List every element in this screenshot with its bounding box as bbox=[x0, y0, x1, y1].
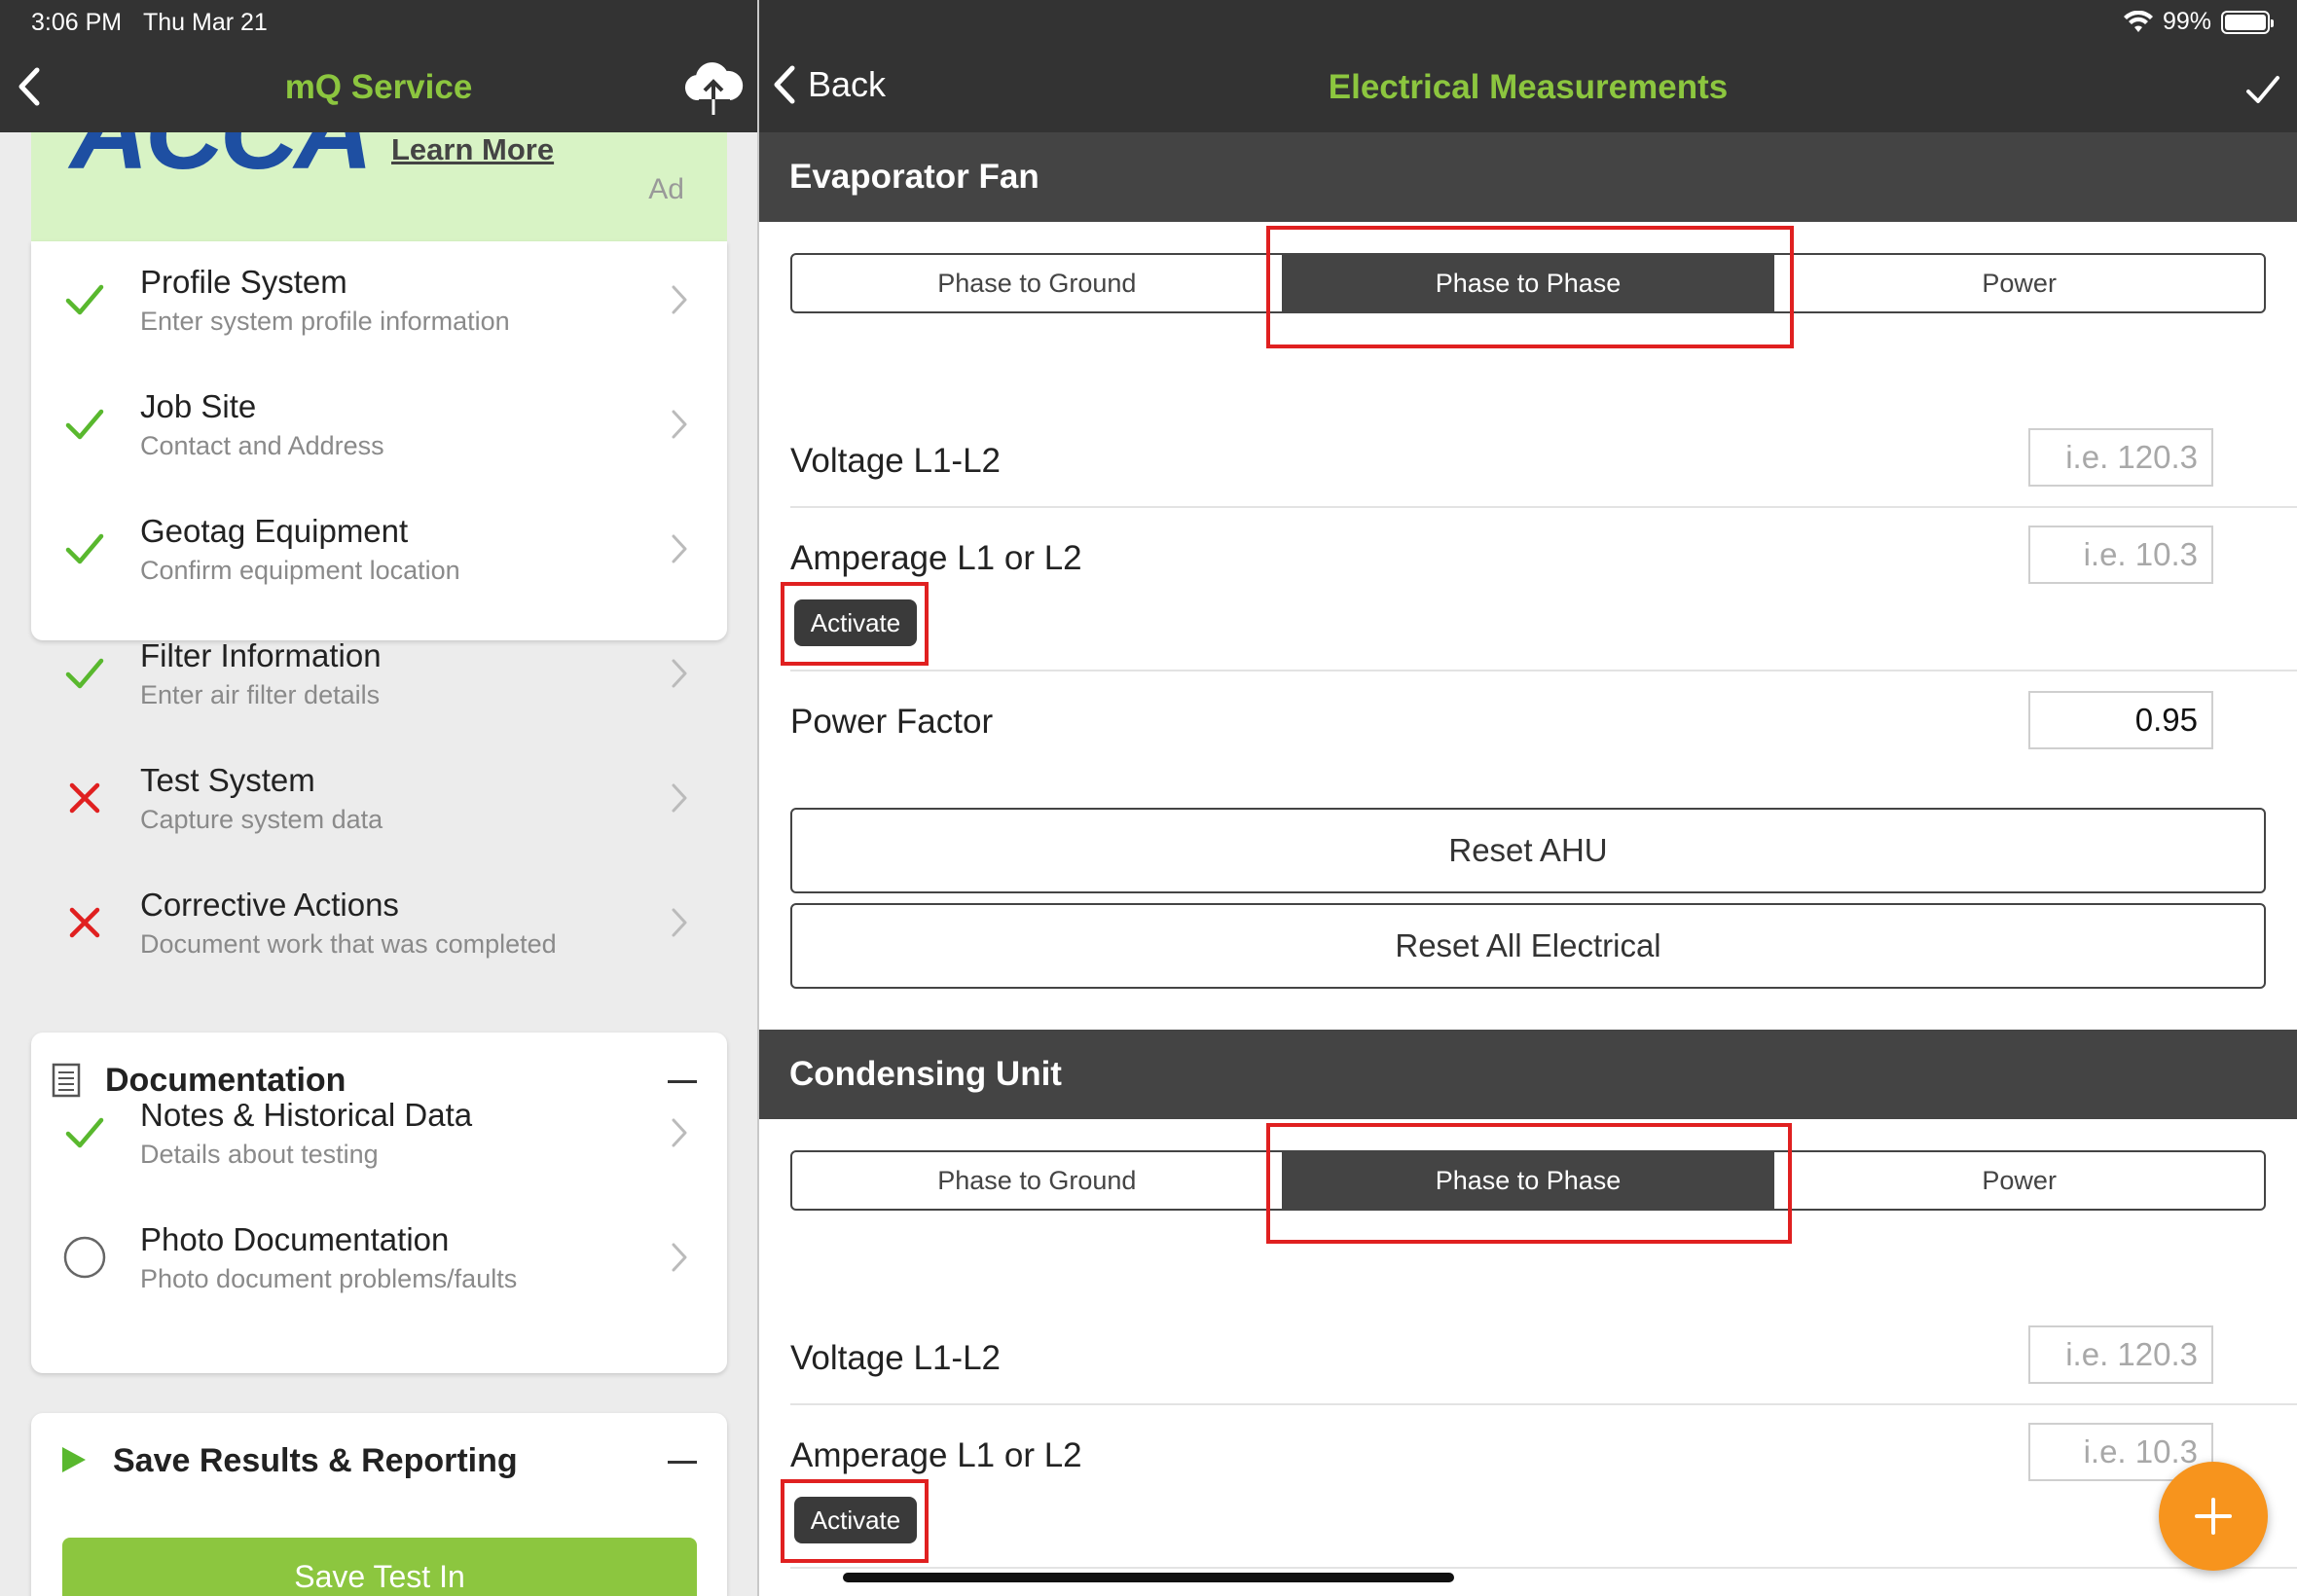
list-item[interactable]: Profile System Enter system profile infor… bbox=[31, 236, 727, 361]
tab-power[interactable]: Power bbox=[1774, 1152, 2264, 1209]
status-time: 3:06 PM bbox=[31, 9, 123, 36]
checkmark-icon bbox=[65, 658, 104, 689]
list-item[interactable]: Job Site Contact and Address bbox=[31, 361, 727, 486]
highlight-box bbox=[781, 582, 929, 666]
list-item-title: Profile System bbox=[140, 264, 347, 300]
voltage-label: Voltage L1-L2 bbox=[790, 1339, 1002, 1377]
list-item-title: Corrective Actions bbox=[140, 887, 399, 923]
chevron-right-icon bbox=[672, 783, 687, 813]
documentation-card: Documentation Notes & Historical Data Det… bbox=[31, 1033, 727, 1373]
checkmark-icon bbox=[65, 409, 104, 440]
divider bbox=[790, 1567, 2297, 1569]
chevron-right-icon bbox=[672, 285, 687, 314]
save-results-header[interactable]: Save Results & Reporting bbox=[31, 1413, 727, 1510]
checkmark-icon bbox=[65, 284, 104, 315]
divider bbox=[790, 670, 2297, 671]
list-item[interactable]: Notes & Historical Data Details about tes… bbox=[31, 1070, 727, 1194]
plus-icon bbox=[2195, 1498, 2232, 1535]
save-results-title: Save Results & Reporting bbox=[113, 1442, 518, 1479]
condensing-unit-header: Condensing Unit bbox=[759, 1030, 2297, 1119]
amperage-label: Amperage L1 or L2 bbox=[790, 539, 1082, 577]
list-item-subtitle: Capture system data bbox=[140, 805, 383, 834]
highlight-box bbox=[781, 1479, 929, 1563]
amperage-label: Amperage L1 or L2 bbox=[790, 1436, 1082, 1474]
highlight-box bbox=[1266, 226, 1794, 348]
app-title: mQ Service bbox=[284, 68, 473, 106]
checkmark-icon bbox=[65, 1117, 104, 1148]
list-item[interactable]: Corrective Actions Document work that was… bbox=[31, 859, 727, 984]
highlight-box bbox=[1266, 1123, 1792, 1244]
battery-percent: 99% bbox=[2162, 8, 2211, 35]
list-item-subtitle: Document work that was completed bbox=[140, 929, 557, 959]
list-item-title: Photo Documentation bbox=[140, 1221, 450, 1257]
play-icon bbox=[62, 1447, 86, 1472]
add-fab-button[interactable] bbox=[2159, 1462, 2268, 1571]
list-item[interactable]: Filter Information Enter air filter detai… bbox=[31, 610, 727, 735]
power-factor-label: Power Factor bbox=[790, 703, 994, 741]
voltage-input[interactable] bbox=[2028, 428, 2213, 487]
save-results-card: Save Results & Reporting Save Test In bbox=[31, 1413, 727, 1596]
reset-all-electrical-button[interactable]: Reset All Electrical bbox=[790, 903, 2266, 989]
save-test-button[interactable]: Save Test In bbox=[62, 1538, 697, 1596]
done-check-icon[interactable] bbox=[2242, 70, 2281, 109]
chevron-right-icon bbox=[672, 1243, 687, 1272]
ad-logo: ACCA bbox=[70, 132, 374, 194]
evaporator-fan-title: Evaporator Fan bbox=[789, 158, 1039, 196]
divider bbox=[790, 506, 2297, 508]
list-item-subtitle: Enter air filter details bbox=[140, 680, 381, 709]
home-indicator[interactable] bbox=[843, 1573, 1454, 1582]
chevron-right-icon bbox=[672, 659, 687, 688]
measurements-form[interactable]: Evaporator Fan Phase to Ground Phase to … bbox=[759, 132, 2297, 1596]
list-item[interactable]: Geotag Equipment Confirm equipment locati… bbox=[31, 486, 727, 610]
list-item-title: Geotag Equipment bbox=[140, 513, 409, 549]
voltage-label: Voltage L1-L2 bbox=[790, 442, 1002, 480]
list-item-title: Notes & Historical Data bbox=[140, 1097, 473, 1133]
tab-phase-to-ground[interactable]: Phase to Ground bbox=[792, 1152, 1284, 1209]
x-mark-icon bbox=[69, 782, 100, 814]
list-item[interactable]: Test System Capture system data bbox=[31, 735, 727, 859]
empty-circle-icon bbox=[63, 1236, 106, 1279]
left-scroll-area[interactable]: ACCA Learn More Ad Profile System Enter s… bbox=[0, 132, 757, 1596]
evaporator-fan-header: Evaporator Fan bbox=[759, 132, 2297, 222]
condensing-unit-title: Condensing Unit bbox=[789, 1055, 1062, 1093]
chevron-right-icon bbox=[672, 534, 687, 563]
reset-ahu-button[interactable]: Reset AHU bbox=[790, 808, 2266, 893]
voltage-input[interactable] bbox=[2028, 1325, 2213, 1384]
list-item-title: Test System bbox=[140, 762, 315, 798]
list-item-subtitle: Photo document problems/faults bbox=[140, 1264, 518, 1293]
chevron-right-icon bbox=[672, 410, 687, 439]
checkmark-icon bbox=[65, 533, 104, 564]
x-mark-icon bbox=[69, 907, 100, 938]
collapse-icon[interactable] bbox=[668, 1461, 697, 1464]
list-item-subtitle: Enter system profile information bbox=[140, 307, 510, 336]
ad-label: Ad bbox=[648, 173, 684, 205]
battery-icon bbox=[2221, 10, 2274, 34]
list-item-title: Job Site bbox=[140, 388, 257, 424]
list-item-subtitle: Contact and Address bbox=[140, 431, 384, 460]
wifi-icon bbox=[2123, 10, 2153, 32]
amperage-input[interactable] bbox=[2028, 526, 2213, 584]
power-factor-input[interactable] bbox=[2028, 691, 2213, 749]
learn-more-link[interactable]: Learn More bbox=[391, 132, 554, 167]
list-item-subtitle: Confirm equipment location bbox=[140, 556, 460, 585]
tab-phase-to-ground[interactable]: Phase to Ground bbox=[792, 255, 1284, 311]
chevron-right-icon bbox=[672, 908, 687, 937]
tab-power[interactable]: Power bbox=[1774, 255, 2264, 311]
cloud-upload-icon[interactable] bbox=[683, 60, 744, 115]
list-item-title: Filter Information bbox=[140, 637, 382, 673]
divider bbox=[790, 1403, 2297, 1405]
advertisement-banner[interactable]: ACCA Learn More Ad bbox=[31, 132, 727, 241]
tasks-card: Profile System Enter system profile infor… bbox=[31, 241, 727, 959]
list-item[interactable]: Photo Documentation Photo document proble… bbox=[31, 1194, 727, 1319]
status-indicators: 99% bbox=[2123, 8, 2274, 36]
status-bar: 3:06 PM Thu Mar 21 99% bbox=[0, 0, 2297, 47]
screen-title: Electrical Measurements bbox=[1328, 68, 1729, 106]
status-date: Thu Mar 21 bbox=[143, 9, 268, 36]
list-item-subtitle: Details about testing bbox=[140, 1140, 379, 1169]
chevron-right-icon bbox=[672, 1118, 687, 1147]
